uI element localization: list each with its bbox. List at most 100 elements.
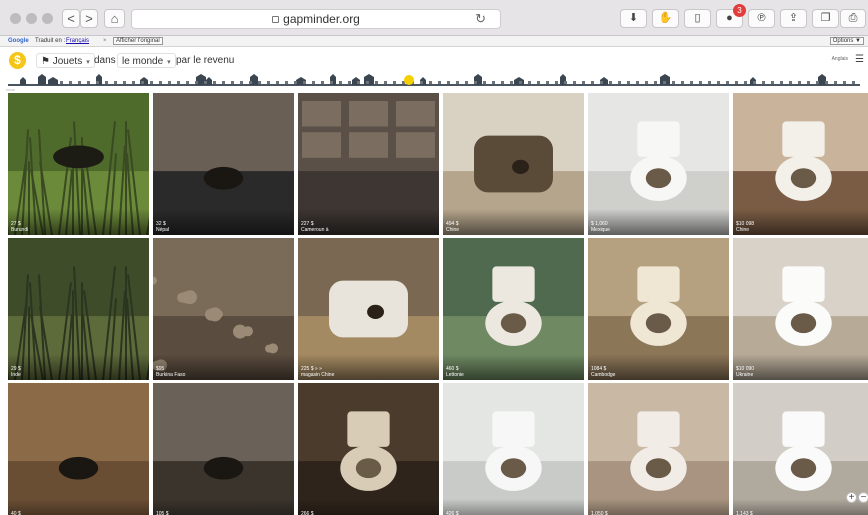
income-dot: [294, 81, 297, 84]
photo-tile[interactable]: $10 090 Ukraine: [733, 238, 868, 380]
income-dot: [114, 81, 117, 84]
zoom-in-button[interactable]: +: [846, 492, 857, 503]
photo-tile[interactable]: 225 $ » » magasin Chine: [298, 238, 439, 380]
photo-tile[interactable]: 27 $ Burundi: [8, 93, 149, 235]
translate-language-link[interactable]: Français: [66, 36, 89, 46]
caption-shade: [298, 499, 439, 515]
income-dot: [510, 81, 513, 84]
hand-icon[interactable]: ✋: [652, 9, 679, 28]
income-dot: [582, 81, 585, 84]
income-dot: [249, 81, 252, 84]
dollar-street-logo[interactable]: $: [9, 52, 26, 69]
income-dot: [834, 81, 837, 84]
forward-button[interactable]: >: [80, 9, 98, 28]
photo-tile[interactable]: 1084 $ Cambodge: [588, 238, 729, 380]
photo-tile[interactable]: 105 $: [153, 383, 294, 515]
income-dot: [276, 81, 279, 84]
back-button[interactable]: <: [62, 9, 80, 28]
income-dot: [339, 81, 342, 84]
income-dot: [636, 81, 639, 84]
home-button[interactable]: ⌂: [104, 9, 125, 28]
income-dot: [528, 81, 531, 84]
photo-tile[interactable]: 266 $: [298, 383, 439, 515]
income-marker[interactable]: [404, 75, 414, 85]
income-dot: [663, 81, 666, 84]
income-dot: [519, 81, 522, 84]
income-dot: [789, 81, 792, 84]
tile-country: Lettonie: [446, 372, 464, 378]
photo-image: [443, 383, 584, 515]
caption-shade: [443, 209, 584, 235]
pinterest-icon[interactable]: ℗: [748, 9, 775, 28]
income-dot: [708, 81, 711, 84]
caption-shade: [8, 499, 149, 515]
reload-icon[interactable]: ↻: [475, 11, 486, 27]
income-house-icon: [20, 77, 26, 85]
tile-income: 266 $: [301, 511, 314, 515]
income-dot: [60, 81, 63, 84]
income-dot: [186, 81, 189, 84]
photo-tile[interactable]: 494 $ Chine: [443, 93, 584, 235]
extension-icon[interactable]: ● 3: [716, 4, 746, 28]
photo-tile[interactable]: $10 098 Chine: [733, 93, 868, 235]
photo-tile[interactable]: $ 1,060 Mexique: [588, 93, 729, 235]
income-dot: [591, 81, 594, 84]
download-icon[interactable]: ⬇: [620, 9, 647, 28]
photo-image: [8, 383, 149, 515]
topic-filter[interactable]: ⚑ Jouets ▾: [36, 53, 95, 68]
translate-options-button[interactable]: Options ▼: [829, 37, 864, 45]
photo-tile[interactable]: 460 $ Lettonie: [443, 238, 584, 380]
address-bar[interactable]: gapminder.org ↻: [131, 9, 501, 29]
tile-country: Burkina Faso: [156, 372, 186, 378]
income-dot: [726, 81, 729, 84]
income-strip-graphic[interactable]: [0, 73, 868, 89]
caption-shade: [153, 209, 294, 235]
photo-tile[interactable]: 1,050 $: [588, 383, 729, 515]
income-dot: [195, 81, 198, 84]
close-icon[interactable]: ×: [103, 36, 107, 46]
income-dot: [672, 81, 675, 84]
caption-shade: [8, 209, 149, 235]
sort-label: par le revenu: [176, 55, 235, 66]
photo-image: [153, 383, 294, 515]
tile-country: Burundi: [11, 227, 29, 233]
income-dot: [564, 81, 567, 84]
income-dot: [573, 81, 576, 84]
sidebar-icon[interactable]: ▯: [684, 9, 711, 28]
income-dot: [222, 81, 225, 84]
income-dot: [159, 81, 162, 84]
income-baseline: [8, 84, 860, 86]
topic-label: Jouets: [52, 56, 83, 67]
photo-tile[interactable]: 40 $: [8, 383, 149, 515]
photo-image: [298, 383, 439, 515]
region-filter[interactable]: le monde ▾: [117, 53, 176, 68]
menu-icon[interactable]: ☰: [855, 54, 864, 65]
tile-country: Ukraine: [736, 372, 754, 378]
minimize-window-button[interactable]: [26, 13, 37, 24]
photo-tile[interactable]: 29 $ Inde: [8, 238, 149, 380]
income-dot: [420, 81, 423, 84]
share-icon[interactable]: ⇪: [780, 9, 807, 28]
print-icon[interactable]: ⎙: [840, 9, 866, 28]
language-link[interactable]: Anglais: [832, 56, 848, 62]
income-dot: [501, 81, 504, 84]
zoom-out-button[interactable]: −: [858, 492, 868, 503]
income-dot: [258, 81, 261, 84]
photo-tile[interactable]: 227 $ Cameroun à: [298, 93, 439, 235]
photo-tile[interactable]: 32 $ Népal: [153, 93, 294, 235]
income-strip[interactable]: POOR: [0, 73, 868, 92]
income-dot: [87, 81, 90, 84]
close-window-button[interactable]: [10, 13, 21, 24]
income-dot: [348, 81, 351, 84]
photo-tile[interactable]: $95 Burkina Faso: [153, 238, 294, 380]
zoom-window-button[interactable]: [42, 13, 53, 24]
tile-income: 1,143 $: [736, 511, 753, 515]
tile-country: Cambodge: [591, 372, 616, 378]
income-dot: [807, 81, 810, 84]
tabs-icon[interactable]: ❐: [812, 9, 839, 28]
income-house-icon: [38, 74, 46, 85]
income-strip-label: POOR: [6, 88, 15, 92]
income-dot: [141, 81, 144, 84]
photo-tile[interactable]: 426 $: [443, 383, 584, 515]
show-original-button[interactable]: Afficher l'original: [113, 37, 163, 45]
